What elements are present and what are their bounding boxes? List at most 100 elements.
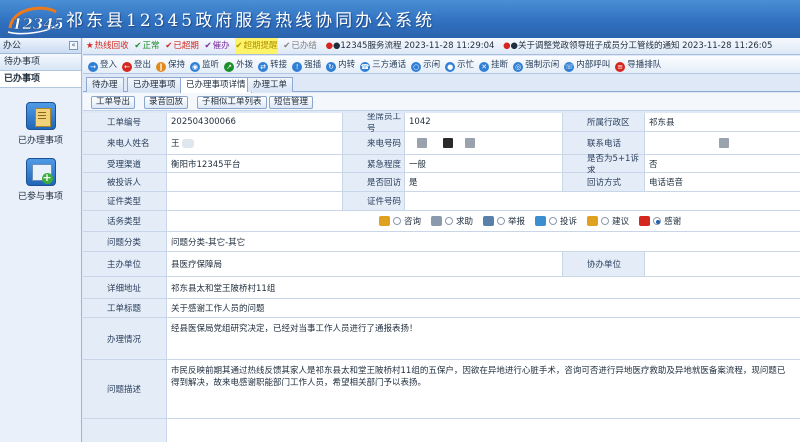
toolbar-button-label: 挂断 bbox=[491, 60, 509, 70]
toolbar-button-3[interactable]: ◉ 监听 bbox=[190, 56, 219, 73]
status-overdue-reminder[interactable]: ✔超期提醒 bbox=[235, 38, 278, 54]
status-urged[interactable]: ✔催办 bbox=[204, 38, 230, 54]
agent-value: 1042 bbox=[405, 113, 563, 131]
idle-icon: ○ bbox=[411, 62, 422, 72]
status-closed[interactable]: ✔已办结 bbox=[283, 38, 317, 54]
toolbar-button-6[interactable]: ! 强插 bbox=[292, 56, 321, 73]
queue-icon: ≡ bbox=[615, 62, 626, 72]
notice-link-2[interactable]: ●●关于调整党政领导班子成员分工管线的通知 2023-11-28 11:26:0… bbox=[503, 38, 772, 54]
address-value: 祁东县太和堂王陂桥村11组 bbox=[171, 283, 276, 294]
tab-process-order[interactable]: 办理工单 bbox=[247, 77, 294, 92]
form-row: 工单编号 202504300066 坐席员工号 1042 所属行政区 祁东县 bbox=[83, 113, 800, 134]
order-detail-form: 工单编号 202504300066 坐席员工号 1042 所属行政区 祁东县 来… bbox=[83, 113, 800, 442]
topic-option-4[interactable]: 建议 bbox=[587, 215, 629, 227]
topic-option-label: 感谢 bbox=[664, 217, 682, 227]
tab-handled[interactable]: 已办理事项 bbox=[127, 77, 182, 92]
id-type-value bbox=[167, 192, 343, 210]
category-label: 问题分类 bbox=[83, 232, 167, 251]
hangup-icon: ✕ bbox=[479, 62, 490, 72]
revisit-mode-label: 回访方式 bbox=[563, 173, 645, 191]
channel-label: 受理渠道 bbox=[83, 155, 167, 172]
tab-pending[interactable]: 待办理 bbox=[86, 77, 124, 92]
check-icon: ✔ bbox=[235, 41, 243, 51]
monitor-icon: ◉ bbox=[190, 62, 201, 72]
toolbar-button-5[interactable]: ⇄ 转接 bbox=[258, 56, 288, 73]
five-plus-one-value: 否 bbox=[649, 159, 658, 170]
topic-option-0[interactable]: 咨询 bbox=[379, 215, 421, 227]
collapse-icon[interactable]: « bbox=[69, 41, 78, 50]
caller-label: 来电人姓名 bbox=[83, 132, 167, 154]
topic-option-label: 举报 bbox=[508, 217, 526, 227]
status-legend-bar: ★热线回收 ✔正常 ✔已超期 ✔催办 ✔超期提醒 ✔已办结 ●●12345服务流… bbox=[83, 38, 800, 55]
complainee-label: 被投诉人 bbox=[83, 173, 167, 191]
topic-option-label: 投诉 bbox=[560, 217, 578, 227]
similar-orders-button[interactable]: 子相似工单列表 bbox=[197, 96, 267, 109]
topic-type-icon bbox=[535, 216, 547, 226]
revisit-mode-value: 电话语音 bbox=[649, 178, 684, 188]
radio-button[interactable] bbox=[497, 217, 506, 225]
caller-phone-label: 来电号码 bbox=[343, 132, 405, 154]
toolbar-button-label: 转接 bbox=[270, 60, 288, 70]
toolbar-button-label: 示忙 bbox=[457, 60, 475, 70]
radio-button[interactable] bbox=[549, 217, 558, 225]
five-plus-one-label: 是否为5+1诉求 bbox=[563, 154, 645, 176]
channel-value: 衡阳市12345平台 bbox=[167, 155, 343, 172]
recording-playback-button[interactable]: 录音回放 bbox=[144, 96, 189, 109]
description-value: 市民反映前期其通过热线反馈其家人是祁东县太和堂王陂桥村11组的五保户，因欲在异地… bbox=[171, 366, 786, 388]
toolbar-button-7[interactable]: ↻ 内转 bbox=[326, 56, 355, 73]
radio-button[interactable] bbox=[601, 217, 610, 225]
toolbar-button-0[interactable]: → 登入 bbox=[88, 56, 118, 73]
toolbar-button-4[interactable]: ↗ 外拨 bbox=[224, 56, 253, 73]
toolbar-button-10[interactable]: ● 示忙 bbox=[445, 56, 475, 73]
order-no-label: 工单编号 bbox=[83, 113, 167, 131]
sidebar-item-handled[interactable]: 已办理事项 bbox=[0, 102, 81, 146]
toolbar-button-label: 登入 bbox=[100, 60, 118, 70]
toolbar-button-label: 示闲 bbox=[423, 60, 441, 70]
notice-link-1[interactable]: ●●12345服务流程 2023-11-28 11:29:04 bbox=[326, 38, 495, 54]
empty-value bbox=[167, 419, 800, 442]
district-value: 祁东县 bbox=[649, 118, 675, 128]
topic-option-1[interactable]: 求助 bbox=[431, 215, 473, 227]
toolbar-button-label: 强制示闲 bbox=[525, 60, 560, 70]
sidebar-section-done[interactable]: 已办事项 bbox=[0, 71, 81, 88]
sidebar-item-label: 已办理事项 bbox=[17, 136, 63, 146]
form-row: 话务类型 咨询 求助 举报 投诉 建议 感谢 bbox=[83, 211, 800, 232]
caller-phone-value bbox=[405, 132, 563, 154]
sms-manage-button[interactable]: 短信管理 bbox=[269, 96, 314, 109]
form-row: 主办单位 县医疗保障局 协办单位 bbox=[83, 252, 800, 277]
export-order-button[interactable]: 工单导出 bbox=[91, 96, 136, 109]
tab-handled-detail[interactable]: 已办理事项详情 bbox=[180, 77, 252, 93]
sidebar-item-participated[interactable]: 已参与事项 bbox=[0, 158, 81, 202]
left-sidebar: 办公 « 待办事项 已办事项 已办理事项 已参与事项 bbox=[0, 38, 82, 442]
sidebar-section-todo[interactable]: 待办事项 bbox=[0, 54, 81, 71]
toolbar-button-2[interactable]: ‖ 保持 bbox=[156, 56, 185, 73]
topic-type-icon bbox=[587, 216, 599, 226]
status-normal[interactable]: ✔正常 bbox=[134, 38, 159, 54]
topic-option-2[interactable]: 举报 bbox=[483, 215, 525, 227]
topic-option-3[interactable]: 投诉 bbox=[535, 215, 577, 227]
toolbar-button-8[interactable]: ☎ 三方通话 bbox=[360, 56, 406, 73]
radio-button[interactable] bbox=[653, 217, 662, 225]
add-task-icon bbox=[25, 158, 56, 186]
login-icon: → bbox=[88, 62, 98, 72]
toolbar-button-1[interactable]: ← 登出 bbox=[122, 56, 151, 73]
status-recall[interactable]: ★热线回收 bbox=[86, 38, 129, 54]
topic-option-5[interactable]: 感谢 bbox=[639, 215, 681, 227]
radio-button[interactable] bbox=[445, 217, 454, 225]
toolbar-button-13[interactable]: ☏ 内部呼叫 bbox=[564, 56, 610, 73]
urgency-label: 紧急程度 bbox=[343, 155, 405, 172]
main-unit-value: 县医疗保障局 bbox=[167, 252, 563, 276]
form-row: 工单标题 关于感谢工作人员的问题 bbox=[83, 299, 800, 318]
status-overdue[interactable]: ✔已超期 bbox=[165, 38, 199, 54]
toolbar-button-11[interactable]: ✕ 挂断 bbox=[479, 56, 509, 73]
toolbar-button-label: 导播排队 bbox=[627, 60, 662, 70]
check-icon: ✔ bbox=[204, 41, 212, 51]
sidebar-header: 办公 « bbox=[0, 38, 81, 54]
toolbar-button-14[interactable]: ≡ 导播排队 bbox=[615, 56, 662, 73]
radio-button[interactable] bbox=[393, 217, 401, 225]
topic-option-label: 求助 bbox=[456, 217, 474, 227]
toolbar-button-9[interactable]: ○ 示闲 bbox=[411, 56, 441, 73]
check-icon: ✔ bbox=[283, 41, 291, 51]
app-header: 12345 祁东县12345政府服务热线协同办公系统 bbox=[0, 0, 800, 38]
toolbar-button-12[interactable]: ◎ 强制示闲 bbox=[513, 56, 560, 73]
